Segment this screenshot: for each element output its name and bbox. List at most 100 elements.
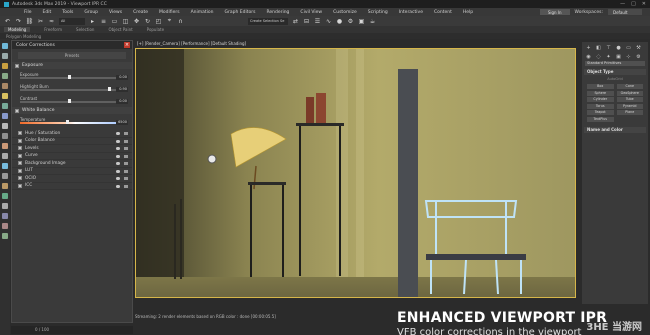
- display-tab-icon[interactable]: ▭: [625, 45, 632, 51]
- utility-icon[interactable]: [2, 233, 8, 239]
- ocio-checkbox[interactable]: [18, 176, 22, 181]
- visibility-icon[interactable]: [116, 177, 120, 180]
- layer-icon[interactable]: [2, 193, 8, 199]
- xref-icon[interactable]: [2, 143, 8, 149]
- link-icon[interactable]: ⛓: [26, 18, 34, 25]
- create-tab-icon[interactable]: +: [585, 45, 592, 51]
- visibility-icon[interactable]: [116, 169, 120, 173]
- shape-icon[interactable]: [2, 83, 8, 89]
- window-crossing-icon[interactable]: ◫: [122, 18, 129, 25]
- autogrid-checkbox[interactable]: AutoGrid: [582, 77, 648, 81]
- menu-animation[interactable]: Animation: [191, 10, 214, 15]
- visibility-icon[interactable]: [116, 147, 120, 150]
- shapes-icon[interactable]: ◌: [595, 54, 602, 60]
- space-warp-icon[interactable]: [2, 103, 8, 109]
- cc-item-levels[interactable]: Levels: [12, 145, 132, 153]
- select-scale-icon[interactable]: ◰: [155, 18, 162, 25]
- tab-populate[interactable]: Populate: [147, 27, 164, 32]
- unlink-icon[interactable]: ✂: [37, 18, 44, 25]
- utilities-tab-icon[interactable]: ⚒: [635, 45, 642, 51]
- helper-icon[interactable]: [2, 93, 8, 99]
- options-icon[interactable]: [124, 139, 128, 143]
- cc-item-background-image[interactable]: Background Image: [12, 160, 132, 168]
- bind-space-warp-icon[interactable]: ≈: [48, 18, 55, 25]
- select-by-name-icon[interactable]: ≡: [100, 18, 107, 25]
- exposure-value[interactable]: 0.00: [116, 75, 128, 80]
- visibility-icon[interactable]: [116, 154, 120, 158]
- cc-item-ocio[interactable]: OCIO: [12, 175, 132, 183]
- teapot-button[interactable]: Teapot: [587, 110, 614, 115]
- sign-in-button[interactable]: Sign In: [539, 9, 570, 15]
- menu-views[interactable]: Views: [109, 10, 122, 15]
- contrast-slider-handle[interactable]: [68, 99, 71, 103]
- camera-icon[interactable]: [2, 113, 8, 119]
- undo-icon[interactable]: ↶: [4, 18, 11, 25]
- cc-item-color-balance[interactable]: Color Balance: [12, 138, 132, 145]
- render-viewport[interactable]: [135, 48, 576, 298]
- levels-checkbox[interactable]: [18, 146, 22, 151]
- plane-button[interactable]: Plane: [616, 110, 643, 115]
- geometry-icon[interactable]: [2, 73, 8, 79]
- visibility-icon[interactable]: [116, 162, 120, 165]
- container-icon[interactable]: [2, 153, 8, 159]
- menu-graph-editors[interactable]: Graph Editors: [225, 10, 256, 15]
- menu-scripting[interactable]: Scripting: [368, 10, 388, 15]
- cameras-icon[interactable]: ▣: [615, 54, 622, 60]
- minimize-button[interactable]: —: [620, 1, 625, 7]
- torus-button[interactable]: Torus: [587, 103, 614, 109]
- select-object-icon[interactable]: ▸: [89, 18, 96, 25]
- hue-saturation-checkbox[interactable]: [18, 131, 22, 136]
- layer-explorer-icon[interactable]: ☰: [314, 18, 321, 25]
- group-icon[interactable]: [2, 133, 8, 139]
- white-balance-section[interactable]: White Balance: [12, 107, 132, 114]
- temperature-slider[interactable]: [20, 122, 120, 124]
- filter-icon[interactable]: [2, 53, 8, 59]
- menu-content[interactable]: Content: [434, 10, 452, 15]
- maximize-button[interactable]: □: [631, 1, 636, 7]
- presets-button[interactable]: Presets: [18, 52, 126, 59]
- modify-tab-icon[interactable]: ◧: [595, 45, 602, 51]
- scene-explorer-icon[interactable]: [2, 43, 8, 49]
- options-icon[interactable]: [124, 184, 128, 188]
- snap-icon[interactable]: ∩: [177, 18, 184, 25]
- menu-file[interactable]: File: [24, 10, 32, 15]
- options-icon[interactable]: [124, 162, 128, 165]
- exposure-section[interactable]: Exposure: [12, 62, 132, 69]
- ribbon-sub-label[interactable]: Polygon Modeling: [0, 33, 650, 39]
- primitive-type-dropdown[interactable]: Standard Primitives: [585, 61, 645, 66]
- options-icon[interactable]: [124, 177, 128, 180]
- box-button[interactable]: Box: [587, 84, 614, 89]
- tube-button[interactable]: Tube: [616, 97, 643, 102]
- hierarchy-icon[interactable]: [2, 213, 8, 219]
- menu-edit[interactable]: Edit: [43, 10, 52, 15]
- tab-selection[interactable]: Selection: [76, 27, 94, 32]
- hidden-icon[interactable]: [2, 183, 8, 189]
- render-frame-icon[interactable]: ▣: [358, 18, 365, 25]
- menu-modifiers[interactable]: Modifiers: [159, 10, 180, 15]
- temperature-slider-handle[interactable]: [66, 120, 69, 124]
- particle-icon[interactable]: [2, 163, 8, 169]
- options-icon[interactable]: [124, 132, 128, 135]
- viewport-label[interactable]: [+] [Render_Camera] [Performance] [Defau…: [137, 41, 246, 46]
- menu-tools[interactable]: Tools: [62, 10, 73, 15]
- menu-customize[interactable]: Customize: [333, 10, 357, 15]
- cc-item-curve[interactable]: Curve: [12, 153, 132, 160]
- display-icon[interactable]: [2, 203, 8, 209]
- cc-item-hue-saturation[interactable]: Hue / Saturation: [12, 130, 132, 138]
- motion-tab-icon[interactable]: ●: [615, 45, 622, 51]
- highlight-burn-slider-handle[interactable]: [108, 87, 111, 91]
- textplus-button[interactable]: TextPlus: [587, 116, 614, 122]
- mirror-icon[interactable]: ⇄: [292, 18, 299, 25]
- close-window-button[interactable]: ✕: [642, 1, 646, 7]
- highlight-burn-value[interactable]: 0.90: [116, 87, 128, 92]
- tab-modeling[interactable]: Modeling: [4, 27, 31, 32]
- visibility-icon[interactable]: [116, 139, 120, 143]
- pyramid-button[interactable]: Pyramid: [616, 103, 643, 109]
- geometry-icon[interactable]: ◉: [585, 54, 592, 60]
- options-icon[interactable]: [124, 147, 128, 150]
- icc-checkbox[interactable]: [18, 183, 22, 188]
- menu-help[interactable]: Help: [463, 10, 473, 15]
- name-color-rollout[interactable]: Name and Color: [584, 126, 646, 133]
- close-icon[interactable]: ×: [124, 42, 130, 48]
- menu-create[interactable]: Create: [133, 10, 148, 15]
